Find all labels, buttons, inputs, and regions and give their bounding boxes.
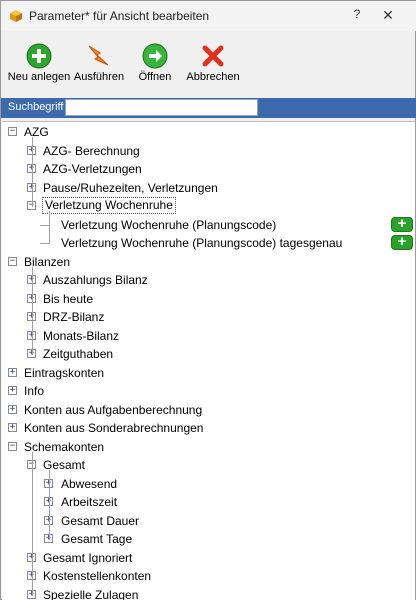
tree-item[interactable]: +Auszahlungs Bilanz [2, 271, 415, 289]
execute-button[interactable]: Ausführen [71, 39, 127, 87]
tree-item-label: Bis heute [43, 291, 94, 306]
tree-item[interactable]: + Konten aus Sonderabrechnungen [2, 419, 415, 437]
new-button-label: Neu anlegen [7, 71, 71, 83]
open-button[interactable]: Öffnen [131, 39, 179, 87]
expand-icon[interactable]: + [8, 386, 17, 395]
tree-item[interactable]: − Schemakonten [2, 438, 415, 456]
cancel-button-label: Abbrechen [186, 71, 240, 83]
tree-item-label: AZG- Berechnung [43, 143, 140, 158]
tree-item[interactable]: +Kostenstellenkonten [2, 567, 415, 585]
tree-item-label: Monats-Bilanz [43, 328, 120, 343]
lightning-icon [88, 45, 109, 66]
tree-item-label: AZG [24, 125, 49, 139]
tree-item-label: Gesamt Dauer [61, 513, 140, 528]
tree-connector [32, 266, 33, 355]
search-bar: Suchbegriff [1, 98, 416, 118]
tree-item[interactable]: +AZG- Berechnung [2, 142, 415, 160]
collapse-icon[interactable]: − [8, 441, 17, 451]
arrow-right-circle-icon [142, 43, 168, 69]
tree-item[interactable]: +Pause/Ruhezeiten, Verletzungen [2, 179, 415, 197]
cube-icon [10, 10, 22, 22]
tree-item[interactable]: +Arbeitszeit [2, 493, 415, 511]
tree-item[interactable]: −Gesamt [2, 456, 415, 474]
tree-item-label: Verletzung Wochenruhe (Planungscode) tag… [61, 236, 343, 250]
dialog-window: Parameter* für Ansicht bearbeiten ? ✕ Ne… [0, 0, 416, 600]
tree-item-label: Eintragskonten [24, 365, 105, 380]
tree-item-label: Gesamt Ignoriert [43, 550, 133, 565]
window-title: Parameter* für Ansicht bearbeiten [29, 9, 210, 23]
tree-item[interactable]: +Abwesend [2, 475, 415, 493]
cancel-button[interactable]: Abbrechen [185, 39, 241, 87]
tree-item-label: Verletzung Wochenruhe (Planungscode) [61, 217, 277, 232]
parameter-tree[interactable]: −AZG+AZG- Berechnung+AZG-Verletzungen+Pa… [2, 121, 415, 600]
tree-item-label: Schemakonten [24, 439, 105, 454]
tree-item[interactable]: − AZG [2, 123, 415, 141]
tree-item[interactable]: +Gesamt Dauer [2, 512, 415, 530]
tree-item-label: Pause/Ruhezeiten, Verletzungen [43, 180, 218, 195]
expand-icon[interactable]: + [8, 404, 17, 414]
tree-item[interactable]: +AZG-Verletzungen [2, 160, 415, 178]
close-button[interactable]: ✕ [377, 7, 399, 25]
tree-item-label: AZG-Verletzungen [43, 162, 142, 176]
tree-item-label: Konten aus Aufgabenberechnung [24, 402, 203, 417]
plus-icon: + [397, 214, 407, 232]
expand-icon[interactable]: + [8, 367, 17, 377]
tree-item-label: Kostenstellenkonten [43, 569, 152, 583]
tree-item-label: Verletzung Wochenruhe [42, 197, 176, 214]
tree-connector [49, 470, 50, 540]
execute-button-label: Ausführen [73, 71, 125, 83]
tree-item[interactable]: +Gesamt Ignoriert [2, 549, 415, 567]
collapse-icon[interactable]: − [8, 256, 17, 266]
tree-connector [32, 451, 33, 596]
tree-item[interactable]: + Konten aus Aufgabenberechnung [2, 401, 415, 419]
add-item-button[interactable]: + [391, 233, 413, 250]
open-button-label: Öffnen [138, 71, 172, 83]
tree-item[interactable]: +DRZ-Bilanz [2, 308, 415, 326]
collapse-icon[interactable]: − [8, 127, 17, 136]
tree-item-label: Spezielle Zulagen [43, 587, 139, 600]
tree-item-label: Zeitguthaben [43, 347, 114, 361]
tree-item[interactable]: +Bis heute [2, 290, 415, 308]
tree-item[interactable]: Verletzung Wochenruhe (Planungscode) tag… [2, 233, 415, 252]
tree-item-label: Konten aus Sonderabrechnungen [24, 421, 204, 435]
tree-item-label: Arbeitszeit [61, 495, 118, 509]
tree-item-label: Info [24, 384, 45, 398]
plus-icon: + [397, 233, 407, 250]
tree-item[interactable]: − Bilanzen [2, 253, 415, 271]
tree-item-label: Bilanzen [24, 254, 71, 269]
search-input[interactable] [65, 99, 258, 116]
tree-item[interactable]: +Spezielle Zulagen [2, 586, 415, 600]
tree-item[interactable]: Verletzung Wochenruhe (Planungscode) + [2, 214, 415, 234]
toolbar: Neu anlegen Ausführen Öffnen Abbrechen [1, 39, 416, 91]
tree-item-label: DRZ-Bilanz [43, 310, 105, 324]
search-label: Suchbegriff [8, 101, 64, 113]
expand-icon[interactable]: + [8, 423, 17, 432]
tree-connector [32, 137, 33, 207]
tree-item-label: Abwesend [61, 476, 118, 491]
help-button[interactable]: ? [347, 7, 367, 25]
add-item-button[interactable]: + [391, 214, 413, 232]
tree-connector [49, 211, 50, 244]
tree-item[interactable]: −Verletzung Wochenruhe [2, 197, 415, 215]
plus-circle-icon [26, 43, 52, 69]
title-bar: Parameter* für Ansicht bearbeiten ? ✕ [1, 1, 416, 31]
tree-item[interactable]: + Eintragskonten [2, 364, 415, 382]
tree-item[interactable]: +Gesamt Tage [2, 530, 415, 548]
red-x-icon [202, 45, 224, 67]
tree-item[interactable]: +Monats-Bilanz [2, 327, 415, 345]
tree-item[interactable]: + Info [2, 382, 415, 400]
new-button[interactable]: Neu anlegen [7, 39, 71, 87]
tree-item[interactable]: +Zeitguthaben [2, 345, 415, 363]
tree-item-label: Gesamt Tage [61, 532, 133, 546]
tree-item-label: Auszahlungs Bilanz [43, 273, 148, 287]
